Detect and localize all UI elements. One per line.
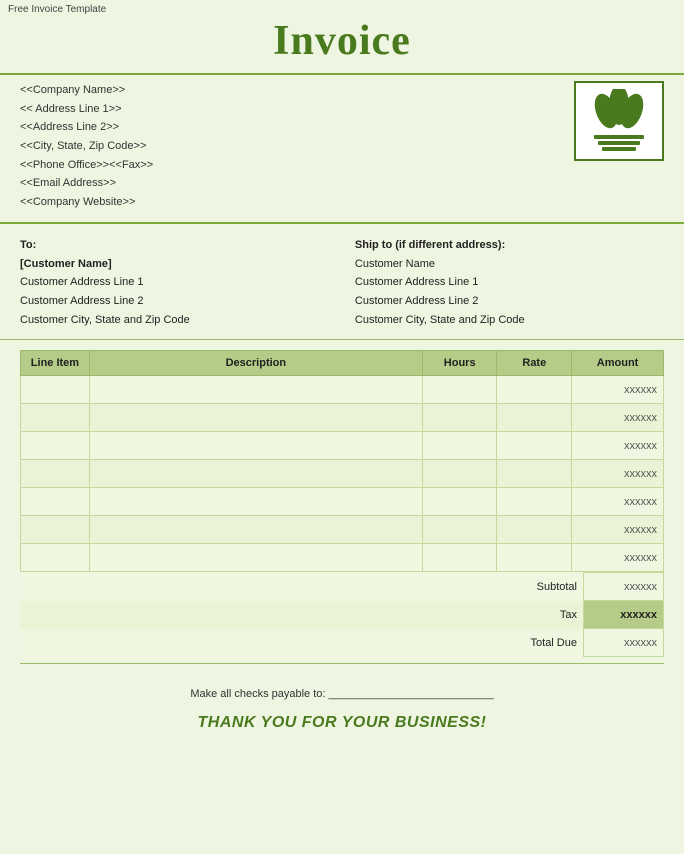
table-row: xxxxxx bbox=[21, 432, 664, 460]
total-due-row: Total Due xxxxxx bbox=[20, 629, 664, 657]
table-row: xxxxxx bbox=[21, 516, 664, 544]
invoice-title: Invoice bbox=[0, 15, 684, 73]
checks-line: Make all checks payable to: ____________… bbox=[20, 688, 664, 700]
cell-amount: xxxxxx bbox=[572, 516, 664, 544]
cell-description bbox=[89, 404, 422, 432]
company-name: <<Company Name>> bbox=[20, 81, 153, 100]
bill-to-customer-name: [Customer Name] bbox=[20, 255, 329, 274]
invoice-page: Free Invoice Template Invoice <<Company … bbox=[0, 0, 684, 854]
company-phone: <<Phone Office>><<Fax>> bbox=[20, 156, 153, 175]
subtotal-label: Subtotal bbox=[20, 573, 584, 601]
cell-amount: xxxxxx bbox=[572, 404, 664, 432]
cell-line-item bbox=[21, 544, 90, 572]
cell-hours bbox=[422, 432, 497, 460]
tax-label: Tax bbox=[20, 601, 584, 629]
cell-hours bbox=[422, 460, 497, 488]
cell-rate bbox=[497, 460, 572, 488]
totals-section: Subtotal xxxxxx Tax xxxxxx Total Due xxx… bbox=[0, 572, 684, 657]
tax-value: xxxxxx bbox=[584, 601, 664, 629]
table-row: xxxxxx bbox=[21, 488, 664, 516]
cell-line-item bbox=[21, 404, 90, 432]
cell-description bbox=[89, 460, 422, 488]
ship-to-address1: Customer Address Line 1 bbox=[355, 273, 664, 292]
company-info: <<Company Name>> << Address Line 1>> <<A… bbox=[20, 81, 153, 212]
cell-hours bbox=[422, 488, 497, 516]
cell-amount: xxxxxx bbox=[572, 544, 664, 572]
bill-to-label: To: bbox=[20, 236, 329, 255]
cell-hours bbox=[422, 516, 497, 544]
ship-to: Ship to (if different address): Customer… bbox=[355, 236, 664, 329]
company-address2: <<Address Line 2>> bbox=[20, 118, 153, 137]
cell-rate bbox=[497, 376, 572, 404]
cell-rate bbox=[497, 432, 572, 460]
tax-row: Tax xxxxxx bbox=[20, 601, 664, 629]
cell-rate bbox=[497, 404, 572, 432]
header-section: <<Company Name>> << Address Line 1>> <<A… bbox=[0, 73, 684, 224]
bill-to-address2: Customer Address Line 2 bbox=[20, 292, 329, 311]
cell-description bbox=[89, 516, 422, 544]
cell-hours bbox=[422, 404, 497, 432]
cell-rate bbox=[497, 544, 572, 572]
table-row: xxxxxx bbox=[21, 376, 664, 404]
ship-to-address2: Customer Address Line 2 bbox=[355, 292, 664, 311]
cell-description bbox=[89, 544, 422, 572]
top-label: Free Invoice Template bbox=[0, 0, 684, 15]
company-address1: << Address Line 1>> bbox=[20, 100, 153, 119]
cell-description bbox=[89, 488, 422, 516]
cell-hours bbox=[422, 376, 497, 404]
bill-to: To: [Customer Name] Customer Address Lin… bbox=[20, 236, 329, 329]
ship-to-city-state-zip: Customer City, State and Zip Code bbox=[355, 311, 664, 330]
subtotal-value: xxxxxx bbox=[584, 573, 664, 601]
table-row: xxxxxx bbox=[21, 404, 664, 432]
col-header-description: Description bbox=[89, 351, 422, 376]
col-header-rate: Rate bbox=[497, 351, 572, 376]
cell-amount: xxxxxx bbox=[572, 488, 664, 516]
cell-amount: xxxxxx bbox=[572, 376, 664, 404]
cell-description bbox=[89, 432, 422, 460]
ship-to-label: Ship to (if different address): bbox=[355, 236, 664, 255]
cell-line-item bbox=[21, 516, 90, 544]
col-header-hours: Hours bbox=[422, 351, 497, 376]
invoice-table-section: Line Item Description Hours Rate Amount … bbox=[0, 350, 684, 572]
table-row: xxxxxx bbox=[21, 544, 664, 572]
total-due-value: xxxxxx bbox=[584, 629, 664, 657]
cell-line-item bbox=[21, 376, 90, 404]
table-row: xxxxxx bbox=[21, 460, 664, 488]
total-due-label: Total Due bbox=[20, 629, 584, 657]
ship-to-customer-name: Customer Name bbox=[355, 255, 664, 274]
cell-amount: xxxxxx bbox=[572, 432, 664, 460]
col-header-line-item: Line Item bbox=[21, 351, 90, 376]
company-website: <<Company Website>> bbox=[20, 193, 153, 212]
cell-line-item bbox=[21, 432, 90, 460]
bill-to-address1: Customer Address Line 1 bbox=[20, 273, 329, 292]
footer-divider bbox=[20, 663, 664, 664]
subtotal-row: Subtotal xxxxxx bbox=[20, 573, 664, 601]
thank-you-message: THANK YOU FOR YOUR BUSINESS! bbox=[20, 714, 664, 732]
bill-to-city-state-zip: Customer City, State and Zip Code bbox=[20, 311, 329, 330]
logo-svg bbox=[584, 89, 654, 154]
cell-hours bbox=[422, 544, 497, 572]
company-email: <<Email Address>> bbox=[20, 174, 153, 193]
cell-line-item bbox=[21, 488, 90, 516]
company-city-state-zip: <<City, State, Zip Code>> bbox=[20, 137, 153, 156]
cell-amount: xxxxxx bbox=[572, 460, 664, 488]
totals-table: Subtotal xxxxxx Tax xxxxxx Total Due xxx… bbox=[20, 572, 664, 657]
address-section: To: [Customer Name] Customer Address Lin… bbox=[0, 224, 684, 340]
cell-description bbox=[89, 376, 422, 404]
cell-rate bbox=[497, 516, 572, 544]
invoice-table: Line Item Description Hours Rate Amount … bbox=[20, 350, 664, 572]
col-header-amount: Amount bbox=[572, 351, 664, 376]
company-logo bbox=[574, 81, 664, 161]
cell-line-item bbox=[21, 460, 90, 488]
cell-rate bbox=[497, 488, 572, 516]
footer-section: Make all checks payable to: ____________… bbox=[0, 670, 684, 738]
